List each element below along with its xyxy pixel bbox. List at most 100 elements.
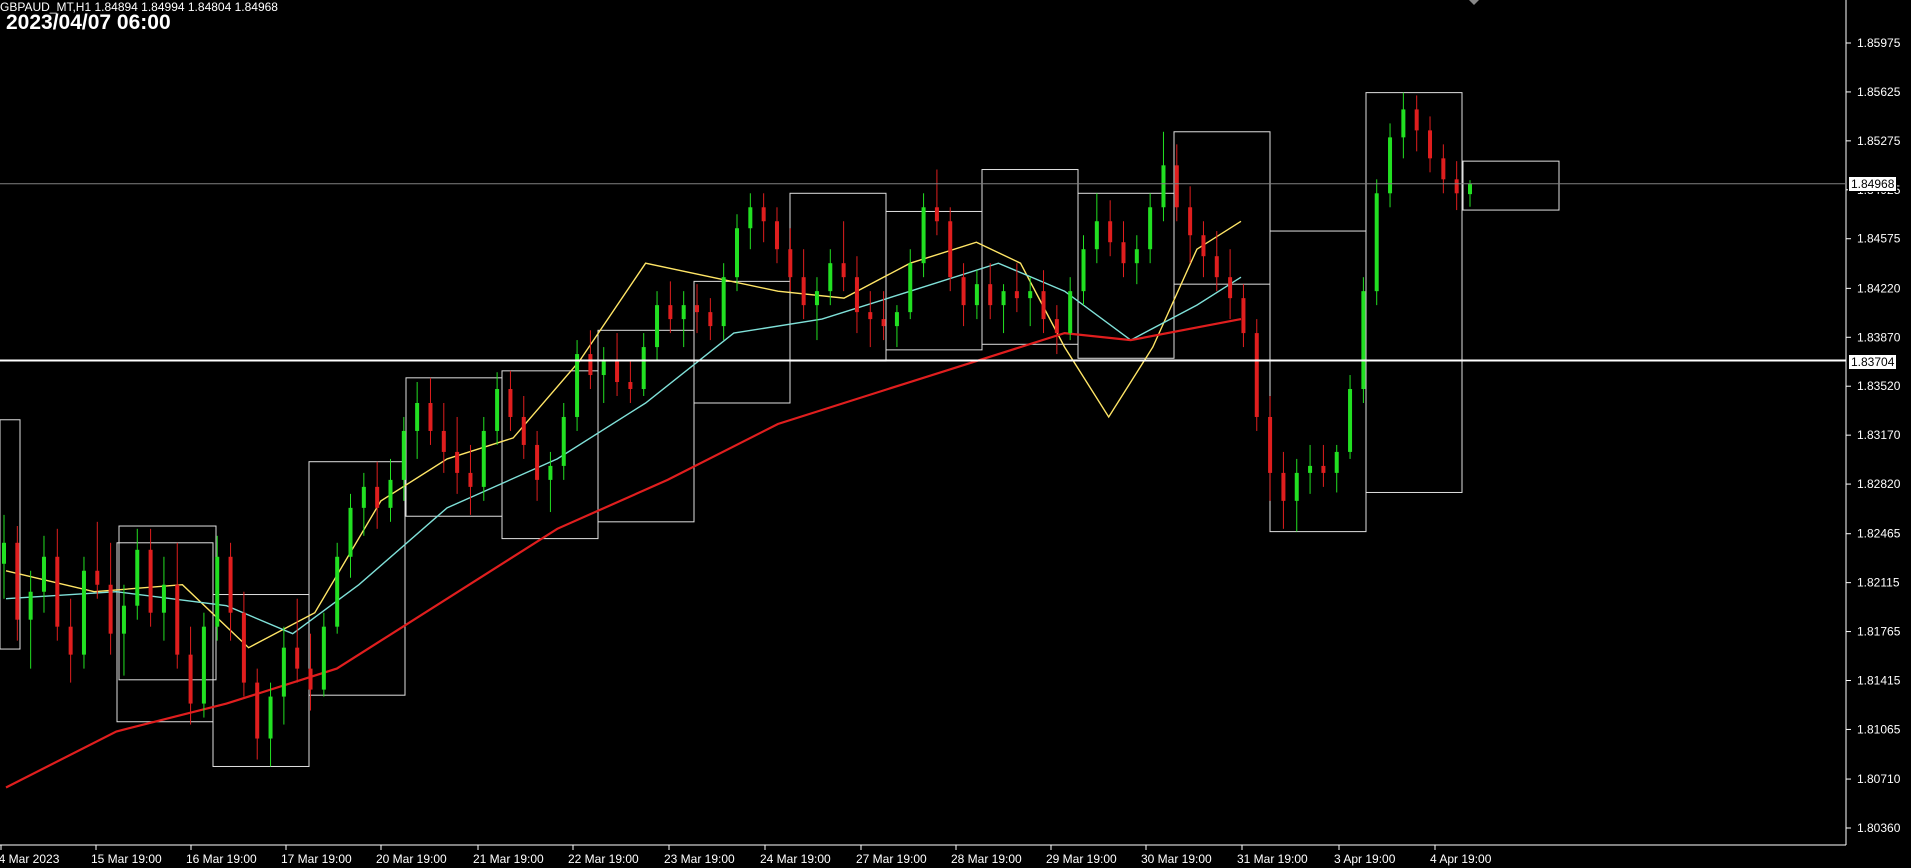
candle-body (681, 305, 686, 320)
candle-body (1388, 137, 1393, 194)
datetime-label: 2023/04/07 06:00 (6, 11, 171, 34)
candle-body (1174, 165, 1179, 208)
candle-body (135, 549, 140, 606)
candle-body (1001, 291, 1006, 306)
candle-body (161, 584, 166, 613)
candle-body (1161, 165, 1166, 208)
candle-body (1241, 298, 1246, 334)
time-tick-label: 15 Mar 19:00 (91, 852, 162, 866)
price-tick-label: 1.83870 (1857, 330, 1901, 344)
candle-body (1094, 221, 1099, 250)
candle-body (1441, 158, 1446, 180)
candle-body (2, 542, 6, 564)
session-box (693, 280, 791, 404)
candle-body (321, 626, 326, 690)
candle-body (575, 354, 580, 417)
candle-body (601, 361, 606, 376)
candle-body (695, 305, 700, 313)
candle-body (615, 361, 620, 383)
candle-body (308, 668, 313, 690)
candle-body (974, 284, 979, 306)
price-chart[interactable]: 1.859751.856251.852751.849251.845751.842… (0, 0, 1911, 868)
level-price-label[interactable]: 1.83704 (1848, 354, 1898, 370)
time-tick-label: 17 Mar 19:00 (281, 852, 352, 866)
candle-body (1414, 109, 1419, 131)
price-tick-label: 1.85275 (1857, 134, 1901, 148)
candle-body (481, 430, 486, 487)
candle-body (655, 305, 660, 348)
candle-body (68, 626, 73, 655)
price-tick-label: 1.85625 (1857, 85, 1901, 99)
candle-body (255, 682, 260, 739)
candle-body (1321, 465, 1326, 473)
session-box (1462, 160, 1560, 211)
candle-body (1214, 256, 1219, 278)
price-tick-label: 1.84220 (1857, 281, 1901, 295)
session-box (116, 542, 214, 723)
price-tick-label: 1.82115 (1857, 576, 1900, 590)
time-tick-label: 16 Mar 19:00 (186, 852, 257, 866)
candle-body (15, 542, 20, 620)
price-tick-label: 1.80360 (1857, 821, 1901, 835)
candle-body (1308, 465, 1313, 473)
candle-body (668, 305, 673, 320)
price-tick-label: 1.80710 (1857, 772, 1901, 786)
candle-body (801, 277, 806, 306)
candle-body (28, 591, 33, 620)
candle-body (175, 584, 180, 655)
candle-body (1401, 109, 1406, 138)
candle-body (415, 402, 420, 431)
candle-body (1188, 207, 1193, 236)
candle-body (521, 416, 526, 445)
candle-body (401, 430, 406, 480)
candle-body (561, 416, 566, 466)
candle-body (55, 556, 60, 627)
time-tick-label: 27 Mar 19:00 (856, 852, 927, 866)
candle-body (881, 319, 886, 327)
time-tick-label: 31 Mar 19:00 (1237, 852, 1308, 866)
candle-body (95, 570, 100, 585)
candle-body (1014, 291, 1019, 299)
candle-body (1028, 291, 1033, 299)
candle-body (988, 284, 993, 306)
candle-body (1348, 389, 1353, 452)
chart-shift-marker-icon[interactable] (1467, 0, 1481, 5)
candle-body (1121, 242, 1126, 264)
moving-average-line (5, 220, 1242, 649)
candle-body (1334, 451, 1339, 473)
candle-body (548, 465, 553, 480)
candle-body (348, 507, 353, 557)
candle-body (735, 228, 739, 278)
candle-body (441, 430, 446, 452)
candle-body (1268, 416, 1273, 473)
time-tick-label: 22 Mar 19:00 (568, 852, 639, 866)
candle-body (108, 584, 113, 634)
moving-average-line (5, 318, 1242, 789)
candle-body (761, 207, 766, 222)
time-tick-label: 23 Mar 19:00 (664, 852, 735, 866)
time-tick-label: 29 Mar 19:00 (1046, 852, 1117, 866)
candle-body (361, 486, 366, 508)
moving-average-line (5, 262, 1242, 635)
candle-body (1134, 249, 1139, 264)
price-axis[interactable]: 1.859751.856251.852751.849251.845751.842… (1846, 36, 1901, 835)
candle-body (921, 207, 926, 264)
candle-body (281, 647, 286, 697)
candle-body (375, 486, 380, 508)
candle-body (721, 277, 726, 327)
session-boxes (0, 92, 1560, 767)
price-tick-label: 1.81415 (1857, 674, 1901, 688)
candle-body (854, 277, 859, 313)
candle-body (841, 263, 846, 278)
chart-frame (0, 0, 1847, 846)
time-axis[interactable]: 14 Mar 2023 15 Mar 19:00 16 Mar 19:00 17 Ma… (0, 845, 1492, 866)
price-tick-label: 1.83520 (1857, 379, 1901, 393)
candle-body (121, 605, 126, 634)
candle-body (708, 312, 713, 327)
candlesticks (2, 92, 1472, 767)
candle-body (81, 570, 86, 655)
session-box (1365, 92, 1463, 493)
candle-body (1428, 130, 1433, 159)
candle-body (774, 221, 779, 250)
candle-body (1068, 291, 1073, 334)
